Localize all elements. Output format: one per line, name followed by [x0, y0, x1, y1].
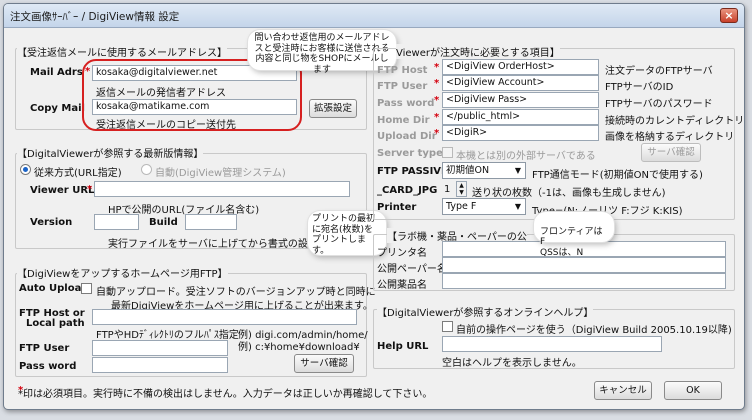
order-row-label: FTP User	[377, 81, 428, 92]
digiview-section-title: 【DigitalViewerが参照する最新版情報】	[17, 145, 204, 160]
order-row-note: FTPサーバのパスワード	[605, 99, 713, 110]
extended-settings-button[interactable]: 拡張設定	[309, 99, 357, 118]
card-jpg-spinner[interactable]: ▲ ▼	[456, 181, 467, 197]
required-mark: *	[434, 62, 440, 73]
order-row-note: FTPサーバのID	[605, 82, 674, 93]
build-input[interactable]	[185, 214, 237, 230]
viewer-url-label: Viewer URL	[30, 185, 95, 196]
mail-adrs-label: Mail Adrs	[30, 67, 83, 78]
card-jpg-value[interactable]: 1	[444, 184, 450, 195]
order-row-input[interactable]: <DigiView Account>	[442, 75, 599, 91]
ftp-server-confirm-button[interactable]: サーバ確認	[294, 354, 354, 373]
radio-conventional[interactable]	[20, 164, 31, 175]
required-mark: *	[434, 112, 440, 123]
order-row-label: FTP Host	[377, 65, 428, 76]
order-section-title: Viewerが注文時に必要とする項目】	[396, 44, 560, 59]
order-row-input[interactable]: <DigiView OrderHost>	[442, 59, 599, 75]
help-own-page-checkbox[interactable]	[442, 321, 453, 332]
ftp-user-label: FTP User	[19, 343, 70, 354]
version-input[interactable]	[94, 214, 139, 230]
card-jpg-note: 送り状の枚数（-1は、画像も生成しません)	[472, 188, 666, 199]
mail-callout-text: 問い合わせ返信用のメールアドレスと受注時にお客様に送信される内容と同じ物をSHO…	[254, 33, 390, 75]
server-type-text: 本機とは別の外部サーバである	[456, 151, 596, 162]
ftp-example2: 例) c:¥home¥download¥	[238, 342, 360, 353]
card-jpg-label: _CARD_JPG	[377, 185, 438, 196]
chevron-down-icon: ▼	[514, 202, 521, 211]
ftp-user-input[interactable]	[92, 340, 228, 356]
build-label: Build	[149, 217, 178, 228]
printer-select[interactable]: Type F ▼	[442, 198, 526, 215]
order-row-note: 接続時のカレントディレクトリ	[605, 116, 745, 127]
help-note: 空白はヘルプを表示しません。	[442, 358, 582, 369]
order-row-note: 画像を格納するディレクトリ	[605, 132, 735, 143]
print-callout-text: プリントの最初に宛名(枚数)をプリントします。	[312, 214, 376, 256]
version-label: Version	[30, 217, 73, 228]
settings-dialog: 注文画像ｻｰﾊﾞｰ / DigiView情報 設定 × 【受注返信メールに使用す…	[3, 3, 745, 410]
title-bar: 注文画像ｻｰﾊﾞｰ / DigiView情報 設定 ×	[4, 4, 744, 28]
ftp-host-note: FTPやHDﾃﾞｨﾚｸﾄﾘのフルﾊﾟｽ指定	[96, 330, 239, 341]
auto-upload-label: Auto Upload	[19, 283, 89, 294]
ftp-passive-note: FTP通信モード(初期値ONで使用する)	[532, 170, 703, 181]
viewer-url-input[interactable]	[94, 181, 350, 197]
ftp-pass-input[interactable]	[92, 357, 228, 373]
server-type-checkbox[interactable]	[442, 147, 453, 158]
lab-chem-name-input[interactable]	[442, 273, 726, 289]
window-title: 注文画像ｻｰﾊﾞｰ / DigiView情報 設定	[10, 11, 180, 23]
frontier-callout: フロンティアは F QSSは、N	[534, 212, 614, 258]
auto-upload-checkbox[interactable]	[81, 283, 92, 294]
printer-label: Printer	[377, 202, 417, 213]
cancel-button[interactable]: キャンセル	[594, 381, 652, 400]
help-url-input[interactable]	[442, 336, 662, 352]
copy-mail-label: Copy Mail	[30, 103, 85, 114]
ok-button[interactable]: OK	[664, 381, 722, 400]
lab-printer-name-label: プリンタ名	[377, 248, 427, 259]
ftp-host-input[interactable]	[92, 309, 357, 325]
required-mark: *	[87, 184, 93, 195]
order-row-input[interactable]: <DigiView Pass>	[442, 92, 599, 108]
order-row-label: Upload Dir	[377, 131, 437, 142]
ftp-local-path-label: Local path	[26, 318, 85, 329]
order-row-label: Pass word	[377, 98, 435, 109]
order-row-input[interactable]: </public_html>	[442, 109, 599, 125]
order-row-note: 注文データのFTPサーバ	[605, 66, 713, 77]
radio-auto-label: 自動(DigiView管理システム)	[155, 168, 286, 179]
required-mark: *	[434, 128, 440, 139]
footer-note: *印は必須項目。実行時に不備の検出はしません。入力データは正しいか再確認して下さ…	[18, 389, 433, 400]
order-row-input[interactable]: <DigiR>	[442, 125, 599, 141]
chevron-down-icon: ▼	[514, 166, 521, 175]
server-type-label: Server type	[377, 148, 443, 159]
lab-paper-name-input[interactable]	[442, 257, 726, 273]
radio-auto[interactable]	[141, 164, 152, 175]
lab-chem-name-label: 公開薬品名	[377, 280, 427, 291]
required-mark: *	[434, 78, 440, 89]
required-mark: *	[434, 95, 440, 106]
ftp-passive-value: 初期値ON	[446, 165, 490, 176]
close-button[interactable]: ×	[720, 8, 738, 23]
order-server-confirm-button[interactable]: サーバ確認	[641, 143, 701, 162]
ftp-passive-label: FTP PASSIVE	[377, 166, 448, 177]
ftp-pass-label: Pass word	[19, 361, 77, 372]
mail-section-title: 【受注返信メールに使用するメールアドレス】	[17, 44, 227, 59]
ftp-section-title: 【DigiViewをアップするホームページ用FTP】	[17, 265, 228, 280]
auto-upload-text1: 自動アップロード。受注ソフトのバージョンアップ時と同時に	[96, 287, 376, 298]
lab-paper-name-label: 公開ペーパー名	[377, 264, 447, 275]
lab-printer-name-input[interactable]	[442, 241, 726, 257]
radio-conventional-label: 従来方式(URL指定)	[34, 168, 122, 179]
help-section-title: 【DigitalViewerが参照するオンラインヘルプ】	[377, 304, 594, 319]
ftp-passive-select[interactable]: 初期値ON ▼	[442, 162, 526, 179]
help-own-page-text: 自前の操作ページを使う（DigiView Build 2005.10.19以降)	[456, 325, 732, 336]
printer-value: Type F	[446, 201, 477, 212]
help-url-label: Help URL	[377, 341, 429, 352]
order-row-label: Home Dir	[377, 115, 430, 126]
